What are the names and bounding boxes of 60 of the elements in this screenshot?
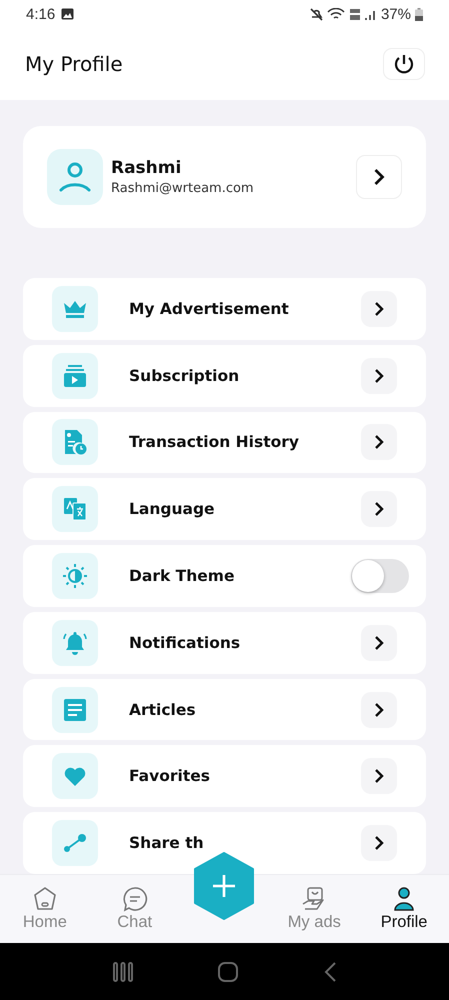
power-icon	[393, 53, 415, 75]
chevron-icon	[373, 634, 385, 651]
chevron-icon	[373, 368, 385, 384]
home-icon	[32, 886, 58, 912]
menu-label[interactable]: Articles	[129, 700, 196, 719]
toggle-switch[interactable]	[351, 559, 409, 594]
chevron-button[interactable]	[361, 825, 397, 862]
avatar-icon	[47, 149, 103, 205]
menu-label[interactable]: Subscription	[129, 366, 240, 385]
chevron-button[interactable]	[361, 358, 397, 394]
back-icon[interactable]	[323, 962, 338, 982]
recents-icon[interactable]	[112, 962, 134, 982]
chevron-icon	[373, 702, 385, 718]
chevron-button[interactable]	[361, 290, 397, 327]
chevron-button[interactable]	[361, 758, 397, 794]
menu-label[interactable]: Dark Theme	[129, 567, 234, 586]
user-name: Rashmi	[111, 158, 182, 178]
heart-icon	[63, 765, 87, 788]
brightness-icon	[63, 564, 87, 588]
chevron-button[interactable]	[361, 424, 397, 460]
profile-card[interactable]: Rashmi Rashmi@wrteam.com	[23, 126, 426, 228]
person-icon	[392, 886, 416, 912]
nav-tab[interactable]: Profile	[359, 875, 449, 943]
wifi-icon	[326, 8, 345, 20]
chat-icon	[122, 886, 148, 912]
chevron-icon	[372, 167, 386, 187]
chevron-icon	[373, 835, 385, 852]
volte-icon	[348, 8, 361, 20]
chevron-button[interactable]	[361, 491, 397, 528]
play-card-icon	[63, 364, 87, 388]
share-icon	[63, 833, 87, 854]
menu-label[interactable]: My Advertisement	[129, 300, 289, 318]
open-profile-button[interactable]	[356, 155, 402, 199]
menu-label[interactable]: Share th	[129, 834, 204, 852]
menu-label[interactable]: Favorites	[129, 767, 210, 786]
battery-icon	[415, 8, 423, 20]
mute-icon	[310, 8, 323, 20]
menu-label[interactable]: Notifications	[129, 634, 240, 652]
power-button[interactable]	[383, 48, 425, 80]
translate-icon	[63, 497, 87, 522]
chevron-icon	[373, 434, 385, 450]
menu-label[interactable]: Language	[129, 500, 215, 518]
page-title: My Profile	[25, 52, 123, 76]
chevron-icon	[373, 768, 385, 784]
add-button[interactable]	[193, 852, 255, 920]
battery-level: 37%	[380, 6, 411, 22]
clock: 4:16	[26, 6, 56, 22]
chevron-icon	[373, 501, 385, 518]
signal-icon	[364, 8, 377, 20]
bell-icon	[62, 630, 88, 656]
user-email: Rashmi@wrteam.com	[111, 181, 254, 196]
document-clock-icon	[63, 429, 87, 456]
chevron-button[interactable]	[361, 692, 397, 728]
chevron-icon	[373, 300, 385, 317]
crown-icon	[63, 300, 87, 318]
chevron-button[interactable]	[361, 624, 397, 661]
document-icon	[63, 698, 87, 722]
image-icon	[61, 8, 74, 20]
home-button-icon[interactable]	[217, 960, 240, 982]
menu-label[interactable]: Transaction History	[129, 433, 300, 452]
